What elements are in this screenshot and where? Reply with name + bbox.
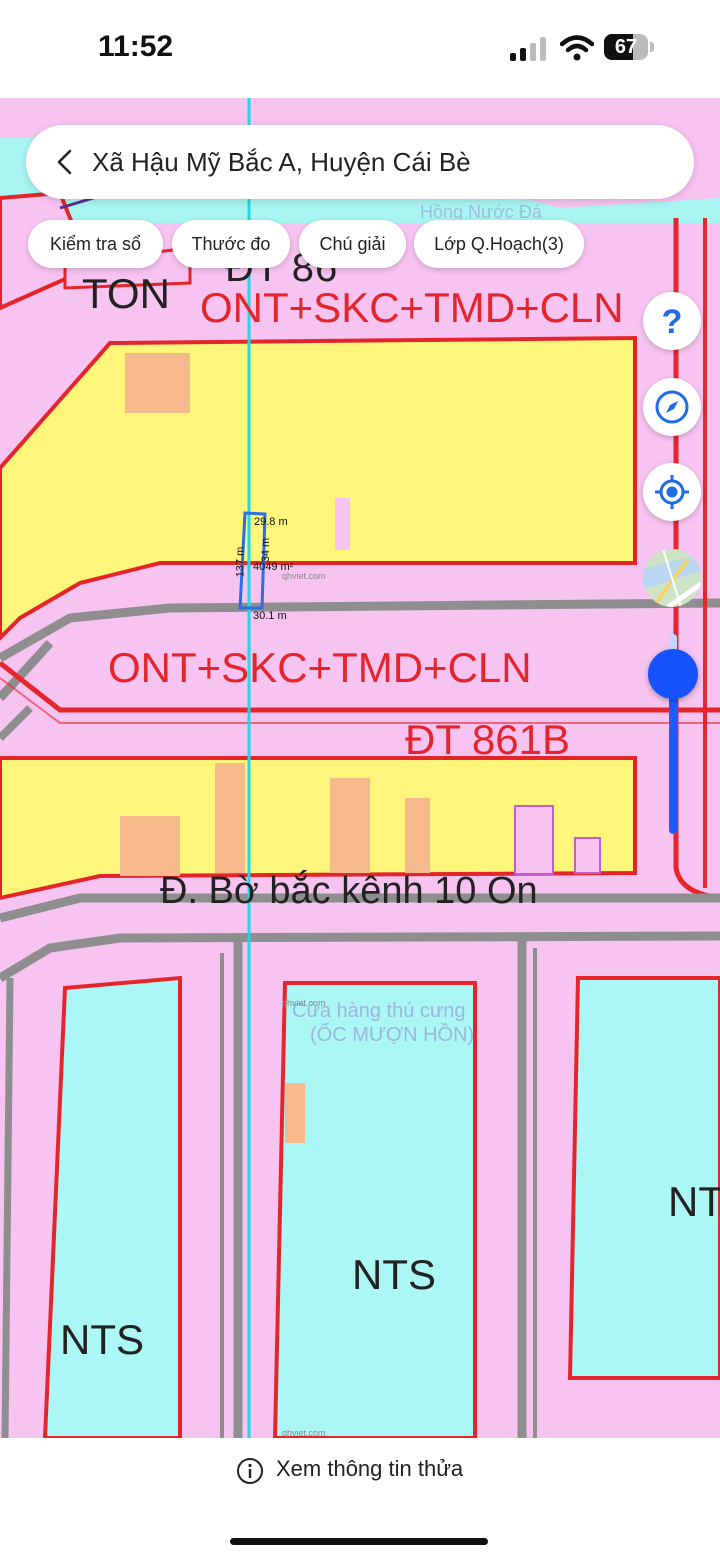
compass-button[interactable] (643, 378, 701, 436)
chip-lop-quy-hoach[interactable]: Lớp Q.Hoạch(3) (414, 220, 584, 268)
basemap-button[interactable] (643, 549, 701, 607)
parcel-top-edge: 29.8 m (254, 516, 288, 528)
map-label-zone-mid: ONT+SKC+TMD+CLN (108, 644, 532, 691)
bottom-action-bar[interactable]: Xem thông tin thửa (0, 1438, 720, 1560)
map-watermark: qhviet.com (282, 1428, 326, 1438)
battery-level: 67 (614, 36, 638, 58)
map-label-zone-top: ONT+SKC+TMD+CLN (200, 284, 624, 331)
location-title: Xã Hậu Mỹ Bắc A, Huyện Cái Bè (92, 147, 471, 177)
chip-chu-giai[interactable]: Chú giải (299, 220, 406, 268)
chip-thuoc-do[interactable]: Thước đo (172, 220, 290, 268)
wifi-icon (560, 35, 594, 61)
status-time: 11:52 (98, 30, 174, 63)
locate-button[interactable] (643, 463, 701, 521)
chevron-left-icon[interactable] (46, 142, 86, 182)
map-view[interactable]: ĐT 86 TON ONT+SKC+TMD+CLN ONT+SKC+TMD+CL… (0, 98, 720, 1438)
home-indicator (230, 1538, 488, 1545)
zoom-slider-thumb[interactable] (648, 649, 698, 699)
compass-icon (655, 390, 689, 424)
status-bar: 11:52 67 (0, 0, 720, 98)
parcel-left-edge: 137 m (234, 546, 247, 578)
map-label-road-dt: ĐT 861B (405, 716, 570, 763)
cellular-signal-icon (510, 37, 546, 61)
map-label-nts-right: NT (668, 1178, 720, 1225)
svg-text:?: ? (662, 303, 683, 341)
battery-icon: 67 (604, 34, 654, 60)
parcel-right-edge: 34 m (260, 537, 273, 563)
location-search-bar[interactable]: Xã Hậu Mỹ Bắc A, Huyện Cái Bè (26, 125, 694, 199)
question-icon: ? (662, 303, 683, 341)
parcel-bottom-edge: 30.1 m (253, 610, 287, 622)
map-label-nts-left: NTS (60, 1316, 144, 1363)
chip-kiem-tra-so[interactable]: Kiểm tra sổ (28, 220, 163, 268)
info-circle-icon (237, 1458, 263, 1484)
parcel-area: 4049 m² (253, 561, 294, 573)
help-button[interactable]: ? (643, 292, 701, 350)
map-label-ton: TON (82, 270, 170, 317)
map-label-road-canal: Đ. Bờ bắc kênh 10 On (160, 870, 538, 912)
map-watermark: qhviet.com (282, 998, 326, 1008)
locate-icon (655, 475, 689, 509)
view-parcel-info-label[interactable]: Xem thông tin thửa (276, 1456, 463, 1482)
map-label-poi-pet-2: (ỐC MƯỢN HỒN) (310, 1024, 475, 1046)
map-label-nts-center: NTS (352, 1251, 436, 1298)
basemap-icon (643, 549, 701, 607)
